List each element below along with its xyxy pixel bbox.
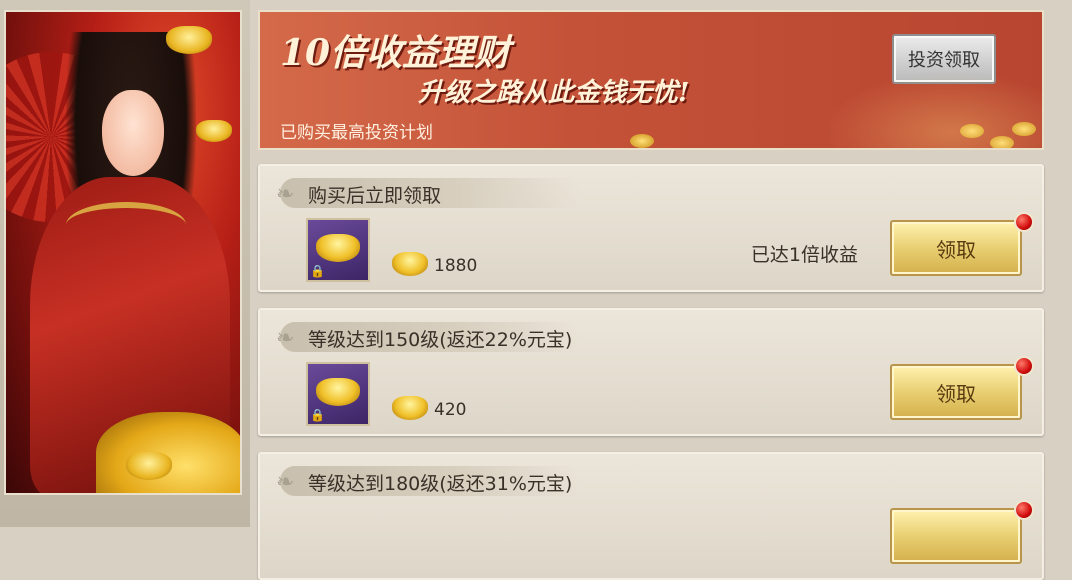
gold-ingot-icon: [392, 396, 428, 420]
reward-row: ❧ 购买后立即领取 🔒 1880 已达1倍收益 领取: [258, 164, 1044, 292]
reward-row: ❧ 等级达到180级(返还31%元宝): [258, 452, 1044, 580]
swirl-icon: ❧: [276, 326, 295, 351]
reward-row: ❧ 等级达到150级(返还22%元宝) 🔒 420 领取: [258, 308, 1044, 436]
reward-item-slot[interactable]: 🔒: [306, 218, 370, 282]
claim-button[interactable]: 领取: [890, 364, 1022, 420]
reward-item-slot[interactable]: 🔒: [306, 362, 370, 426]
claim-button[interactable]: [890, 508, 1022, 564]
gold-ingot-icon: [316, 234, 360, 262]
lock-icon: 🔒: [310, 408, 325, 422]
dress-trim: [66, 202, 186, 248]
return-status: 已达1倍收益: [750, 244, 858, 266]
reward-amount: 420: [434, 400, 467, 420]
invest-claim-button[interactable]: 投资领取: [892, 34, 996, 84]
row-title: 等级达到150级(返还22%元宝): [308, 329, 573, 351]
gold-pile: [96, 412, 240, 493]
row-header: ❧ 等级达到180级(返还31%元宝): [276, 466, 580, 496]
banner-title: 10倍收益理财: [280, 32, 511, 74]
investment-banner: 10倍收益理财 升级之路从此金钱无忧! 已购买最高投资计划 投资领取: [258, 10, 1044, 150]
purchase-status: 已购买最高投资计划: [280, 123, 433, 143]
claim-button[interactable]: 领取: [890, 220, 1022, 276]
banner-subtitle: 升级之路从此金钱无忧!: [418, 78, 690, 108]
row-title: 购买后立即领取: [308, 185, 442, 207]
character-face: [102, 90, 164, 176]
coin-icon: [630, 134, 654, 148]
row-header: ❧ 等级达到150级(返还22%元宝): [276, 322, 580, 352]
notification-dot-icon: [1014, 356, 1034, 376]
gold-ingot-icon: [392, 252, 428, 276]
row-title: 等级达到180级(返还31%元宝): [308, 473, 573, 495]
swirl-icon: ❧: [276, 470, 295, 495]
gold-ingot-icon: [126, 452, 172, 480]
reward-amount: 1880: [434, 256, 478, 276]
row-header: ❧ 购买后立即领取: [276, 178, 580, 208]
coin-icon: [990, 136, 1014, 148]
coin-icon: [1012, 122, 1036, 136]
coin-icon: [960, 124, 984, 138]
character-portrait: [4, 10, 242, 495]
notification-dot-icon: [1014, 500, 1034, 520]
swirl-icon: ❧: [276, 182, 295, 207]
lock-icon: 🔒: [310, 264, 325, 278]
notification-dot-icon: [1014, 212, 1034, 232]
gold-ingot-icon: [166, 26, 212, 54]
gold-ingot-icon: [316, 378, 360, 406]
gold-ingot-icon: [196, 120, 232, 142]
